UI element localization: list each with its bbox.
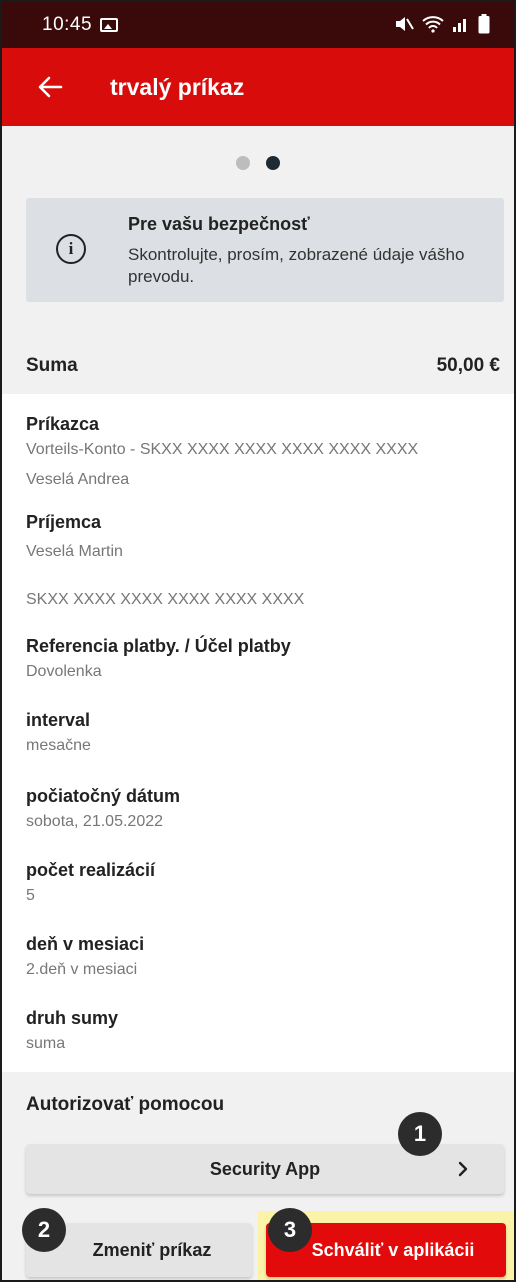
transfer-details: Príkazca Vorteils-Konto - SKXX XXXX XXXX… xyxy=(2,394,514,1072)
amount-type-label: druh sumy xyxy=(26,1008,119,1028)
payee-field: Príjemca Veselá Martin SKXX XXXX XXXX XX… xyxy=(26,510,304,612)
change-order-label: Zmeniť príkaz xyxy=(92,1239,212,1260)
interval-value: mesačne xyxy=(26,737,91,754)
chevron-right-icon xyxy=(452,1158,474,1180)
reference-field: Referencia platby. / Účel platby Dovolen… xyxy=(26,634,291,684)
step-marker-1: 1 xyxy=(398,1112,442,1156)
phone-screen: 10:45 trvalý príkaz i Pre vašu bezpečnos… xyxy=(0,0,516,1282)
pager-dot[interactable] xyxy=(236,156,250,170)
security-app-label: Security App xyxy=(209,1158,321,1179)
back-button[interactable] xyxy=(30,67,70,107)
amount-type-field: druh sumy suma xyxy=(26,1006,118,1056)
reference-label: Referencia platby. / Účel platby xyxy=(26,636,291,656)
day-field: deň v mesiaci 2.deň v mesiaci xyxy=(26,932,144,982)
wifi-icon xyxy=(422,16,444,33)
step-marker-3: 3 xyxy=(268,1208,312,1252)
mute-icon xyxy=(396,17,414,31)
security-notice: i Pre vašu bezpečnosť Skontrolujte, pros… xyxy=(26,198,504,302)
reference-value: Dovolenka xyxy=(26,663,102,680)
start-date-value: sobota, 21.05.2022 xyxy=(26,813,164,830)
pager-dots xyxy=(2,156,514,170)
payer-name: Veselá Andrea xyxy=(26,471,130,488)
status-bar: 10:45 xyxy=(2,2,514,48)
sum-label: Suma xyxy=(26,355,78,376)
payer-label: Príkazca xyxy=(26,414,100,434)
status-time: 10:45 xyxy=(42,14,93,35)
payer-field: Príkazca Vorteils-Konto - SKXX XXXX XXXX… xyxy=(26,412,418,492)
count-field: počet realizácií 5 xyxy=(26,858,155,908)
status-icons xyxy=(394,14,490,34)
interval-field: interval mesačne xyxy=(26,708,91,758)
payee-name: Veselá Martin xyxy=(26,543,123,560)
image-icon xyxy=(100,18,119,32)
amount-type-value: suma xyxy=(26,1035,66,1052)
interval-label: interval xyxy=(26,710,91,730)
app-bar: trvalý príkaz xyxy=(2,48,514,126)
notice-text: Skontrolujte, prosím, zobrazené údaje vá… xyxy=(128,245,465,286)
count-label: počet realizácií xyxy=(26,860,156,880)
count-value: 5 xyxy=(26,887,35,904)
approve-label: Schváliť v aplikácii xyxy=(311,1239,475,1260)
payee-label: Príjemca xyxy=(26,512,102,532)
page-title: trvalý príkaz xyxy=(110,73,245,100)
pager-dot-active[interactable] xyxy=(266,156,280,170)
notice-title: Pre vašu bezpečnosť xyxy=(128,214,310,234)
arrow-left-icon xyxy=(38,76,63,98)
signal-icon xyxy=(453,19,466,32)
sum-value: 50,00 € xyxy=(436,355,500,376)
start-date-field: počiatočný dátum sobota, 21.05.2022 xyxy=(26,784,180,834)
payee-account: SKXX XXXX XXXX XXXX XXXX XXXX xyxy=(26,591,305,608)
start-date-label: počiatočný dátum xyxy=(26,786,181,806)
auth-title: Autorizovať pomocou xyxy=(26,1094,225,1115)
sum-row: Suma 50,00 € xyxy=(2,338,514,394)
authorization-section: Autorizovať pomocou Security App Zmeniť … xyxy=(2,1072,514,1280)
main-content: i Pre vašu bezpečnosť Skontrolujte, pros… xyxy=(2,126,514,1280)
info-icon: i xyxy=(56,234,86,264)
battery-icon xyxy=(478,14,490,34)
payer-account: Vorteils-Konto - SKXX XXXX XXXX XXXX XXX… xyxy=(26,441,419,458)
step-marker-2: 2 xyxy=(22,1208,66,1252)
day-label: deň v mesiaci xyxy=(26,934,145,954)
day-value: 2.deň v mesiaci xyxy=(26,961,138,978)
